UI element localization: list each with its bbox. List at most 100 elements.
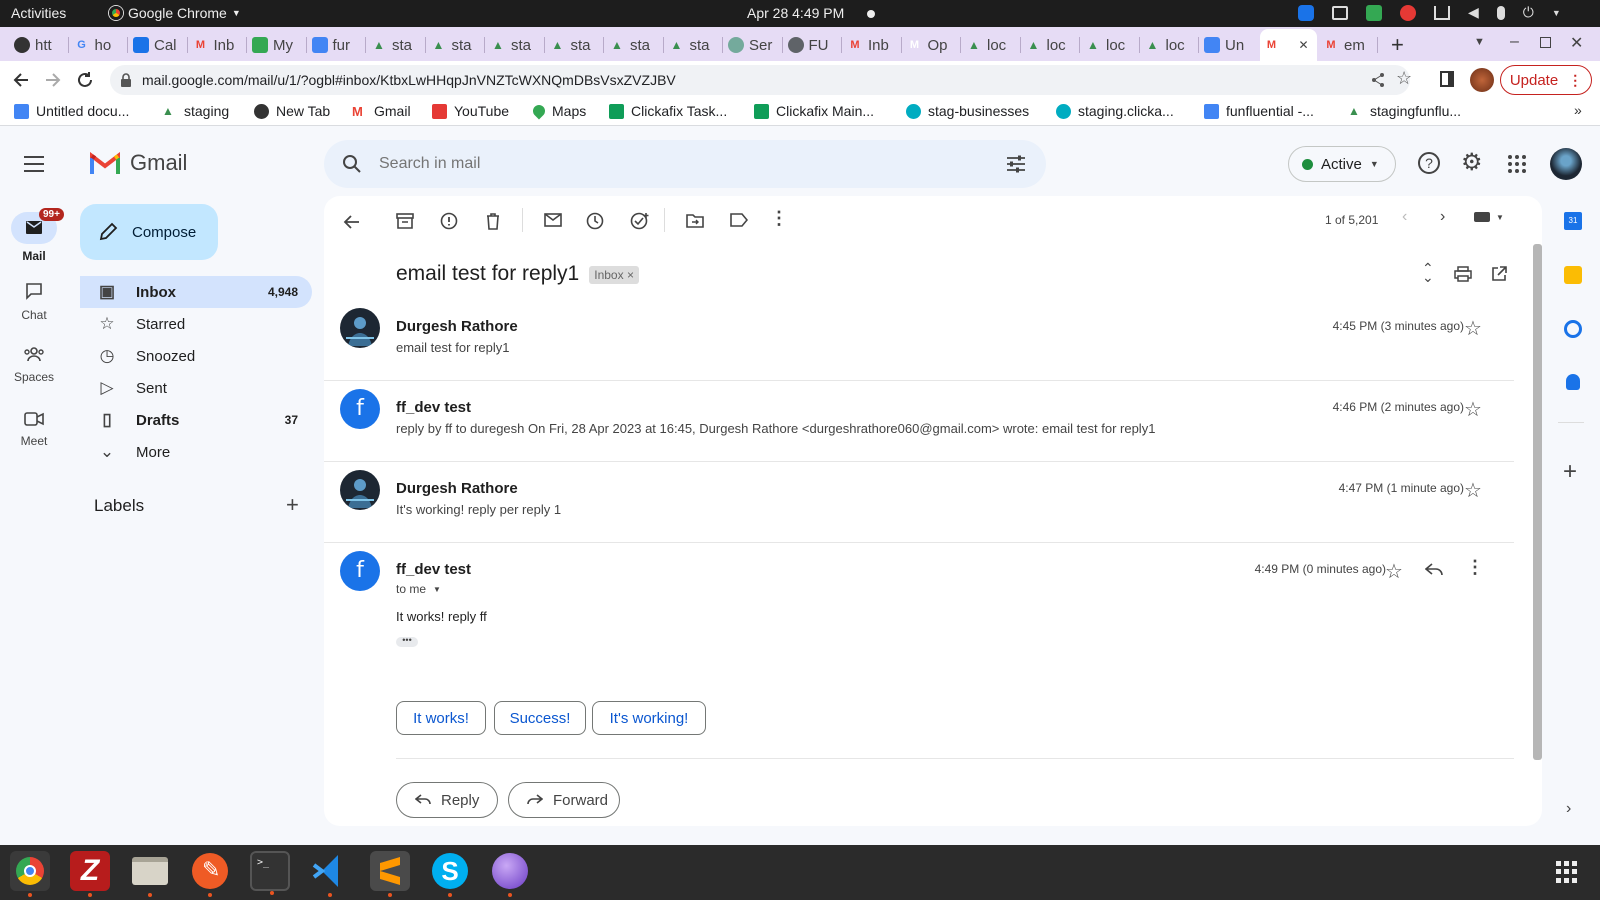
browser-tab[interactable]: ▲ sta — [427, 31, 485, 59]
older-icon[interactable]: › — [1440, 208, 1445, 226]
address-bar[interactable]: mail.google.com/mail/u/1/?ogbl#inbox/Ktb… — [110, 65, 1412, 95]
close-window-button[interactable]: ✕ — [1570, 33, 1583, 53]
gmail-logo[interactable]: Gmail — [90, 150, 187, 176]
chevron-down-icon[interactable]: ▼ — [1552, 8, 1561, 18]
sender-avatar[interactable]: f — [340, 551, 380, 591]
recipient-details-button[interactable]: to me ▼ — [396, 582, 441, 596]
browser-app-icon[interactable] — [490, 851, 530, 897]
share-icon[interactable] — [1370, 72, 1386, 88]
newer-icon[interactable]: ‹ — [1402, 208, 1407, 226]
add-label-button[interactable]: + — [286, 492, 299, 518]
compose-button[interactable]: Compose — [80, 204, 218, 260]
maximize-button[interactable] — [1540, 37, 1551, 48]
apps-grid-icon[interactable] — [1508, 155, 1526, 173]
minimize-button[interactable]: – — [1510, 33, 1519, 51]
browser-tab[interactable]: Ser — [724, 31, 782, 59]
show-side-panel-icon[interactable]: › — [1566, 800, 1571, 818]
help-icon[interactable]: ? — [1418, 152, 1440, 174]
rail-meet[interactable]: Meet — [0, 412, 68, 448]
skype-app-icon[interactable]: S — [430, 851, 470, 897]
search-input[interactable] — [379, 152, 979, 176]
lock-icon[interactable] — [120, 73, 132, 87]
nav-inbox[interactable]: ▣ Inbox 4,948 — [80, 276, 312, 308]
message-more-icon[interactable]: ⋮ — [1466, 557, 1484, 578]
thread-scrollbar[interactable] — [1533, 244, 1542, 760]
bookmark-star-icon[interactable]: ☆ — [1396, 68, 1412, 89]
browser-tab[interactable]: Cal — [129, 31, 187, 59]
bookmark-item[interactable]: funfluential -... — [1204, 103, 1314, 119]
browser-tab[interactable]: FU — [784, 31, 842, 59]
input-tools-button[interactable]: ▼ — [1474, 212, 1504, 222]
bookmark-item[interactable]: stag-businesses — [906, 103, 1029, 119]
close-tab-icon[interactable]: ✕ — [1299, 38, 1309, 52]
contacts-icon[interactable] — [1566, 374, 1580, 390]
volume-icon[interactable]: ◀ — [1468, 4, 1479, 21]
snooze-icon[interactable] — [586, 212, 604, 230]
bookmark-item[interactable]: ▲ stagingfunflu... — [1348, 103, 1461, 119]
bookmark-item[interactable]: Untitled docu... — [14, 103, 129, 119]
more-bookmarks-icon[interactable]: » — [1574, 102, 1582, 118]
teamviewer-icon[interactable] — [1298, 4, 1314, 21]
reply-icon[interactable] — [1425, 563, 1443, 577]
main-menu-icon[interactable] — [24, 156, 44, 172]
settings-icon[interactable]: ⚙ — [1461, 148, 1483, 177]
search-options-icon[interactable] — [1006, 154, 1026, 174]
tasks-icon[interactable] — [1564, 320, 1582, 338]
system-tray[interactable]: ◀ ⏻ ▼ — [1298, 4, 1561, 21]
app-menu[interactable]: Google Chrome ▼ — [109, 5, 241, 21]
reply-button[interactable]: Reply — [396, 782, 498, 818]
sender-avatar[interactable]: f — [340, 389, 380, 429]
nav-more[interactable]: ⌄ More — [80, 436, 312, 468]
star-icon[interactable]: ☆ — [1385, 559, 1405, 583]
browser-tab[interactable]: M Op — [903, 31, 961, 59]
browser-tab[interactable]: Mem — [1319, 31, 1377, 59]
side-panel-icon[interactable] — [1440, 71, 1454, 87]
bookmark-item[interactable]: Clickafix Main... — [754, 103, 874, 119]
postman-app-icon[interactable]: ✎ — [190, 851, 230, 897]
forward-icon[interactable] — [44, 71, 62, 89]
browser-tab[interactable]: Un — [1200, 31, 1258, 59]
sender-avatar[interactable] — [340, 470, 380, 510]
inbox-chip[interactable]: Inbox × — [589, 266, 639, 284]
smart-reply-chip[interactable]: It works! — [396, 701, 486, 735]
power-icon[interactable]: ⏻ — [1523, 4, 1534, 21]
move-to-icon[interactable] — [686, 213, 704, 228]
status-selector[interactable]: Active ▼ — [1288, 146, 1396, 182]
microphone-icon[interactable] — [1496, 5, 1505, 20]
nav-snoozed[interactable]: ◷ Snoozed — [80, 340, 312, 372]
browser-tab[interactable]: Gho — [70, 31, 128, 59]
rail-chat[interactable]: Chat — [0, 282, 68, 322]
back-to-inbox-icon[interactable] — [342, 212, 362, 232]
new-tab-button[interactable]: + — [1391, 32, 1404, 58]
rail-spaces[interactable]: Spaces — [0, 346, 68, 384]
browser-tab[interactable]: ▲ loc — [1141, 31, 1199, 59]
browser-tab[interactable]: ▲ loc — [1081, 31, 1139, 59]
expand-all-icon[interactable]: ⌃ ⌄ — [1422, 261, 1434, 284]
print-icon[interactable] — [1454, 266, 1472, 282]
browser-tab[interactable]: ▲ sta — [546, 31, 604, 59]
delete-icon[interactable] — [484, 212, 502, 230]
bookmark-item[interactable]: Clickafix Task... — [609, 103, 727, 119]
browser-tab[interactable]: ▲ loc — [1022, 31, 1080, 59]
message-collapsed[interactable]: Durgesh Rathore email test for reply1 4:… — [324, 308, 1524, 372]
more-options-icon[interactable]: ⋮ — [770, 208, 788, 229]
bookmark-item[interactable]: YouTube — [432, 103, 509, 119]
get-addons-icon[interactable]: + — [1563, 458, 1577, 486]
tab-search-icon[interactable]: ▼ — [1474, 36, 1485, 48]
reload-icon[interactable] — [76, 71, 94, 89]
browser-tab[interactable]: My — [248, 31, 306, 59]
report-spam-icon[interactable] — [440, 212, 458, 230]
bookmark-item[interactable]: ▲ staging — [162, 103, 229, 119]
browser-tab[interactable]: htt — [10, 31, 68, 59]
message-collapsed[interactable]: Durgesh Rathore It's working! reply per … — [324, 470, 1524, 534]
activities-button[interactable]: Activities — [11, 5, 66, 21]
screenshot-icon[interactable] — [1332, 5, 1348, 20]
browser-tab[interactable]: ▲ sta — [605, 31, 663, 59]
browser-tab[interactable]: ▲ sta — [367, 31, 425, 59]
record-icon[interactable] — [1400, 4, 1416, 21]
nav-sent[interactable]: ▷ Sent — [80, 372, 312, 404]
show-trimmed-content-button[interactable]: ••• — [396, 636, 418, 647]
mark-unread-icon[interactable] — [544, 213, 562, 227]
browser-tab[interactable]: ▲ sta — [486, 31, 544, 59]
sublime-app-icon[interactable] — [370, 851, 410, 897]
